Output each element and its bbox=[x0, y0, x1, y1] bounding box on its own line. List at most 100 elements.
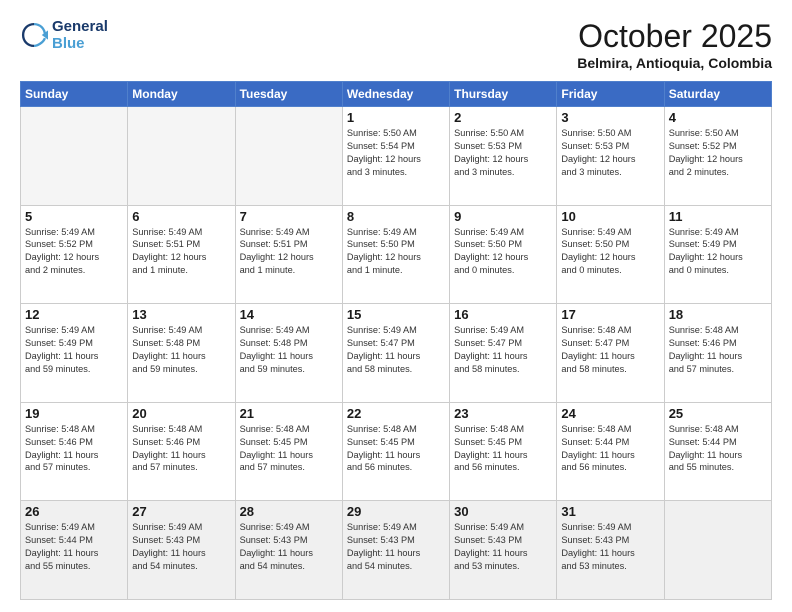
table-row: 7Sunrise: 5:49 AM Sunset: 5:51 PM Daylig… bbox=[235, 205, 342, 304]
table-row: 5 Sunrise: 5:49 AM Sunset: 5:52 PM Daylig… bbox=[21, 205, 128, 304]
table-row bbox=[235, 107, 342, 206]
logo: General Blue bbox=[20, 18, 108, 52]
day-number: 31 bbox=[561, 504, 659, 519]
table-row: 27 Sunrise: 5:49 AM Sunset: 5:43 PM Dayli… bbox=[128, 501, 235, 600]
header-wednesday: Wednesday bbox=[342, 82, 449, 107]
day-number: 15 bbox=[347, 307, 445, 322]
table-row: 18 Sunrise: 5:48 AM Sunset: 5:46 PM Dayli… bbox=[664, 304, 771, 403]
day-number: 5 bbox=[25, 209, 123, 224]
day-number: 8 bbox=[347, 209, 445, 224]
day-number: 10 bbox=[561, 209, 659, 224]
day-number: 30 bbox=[454, 504, 552, 519]
day-info: Sunrise: 5:48 AM Sunset: 5:44 PM Dayligh… bbox=[669, 423, 767, 475]
day-number: 28 bbox=[240, 504, 338, 519]
day-number: 29 bbox=[347, 504, 445, 519]
table-row: 2Sunrise: 5:50 AM Sunset: 5:53 PM Daylig… bbox=[450, 107, 557, 206]
header-thursday: Thursday bbox=[450, 82, 557, 107]
table-row: 26Sunrise: 5:49 AM Sunset: 5:44 PM Dayli… bbox=[21, 501, 128, 600]
week-row-4: 19Sunrise: 5:48 AM Sunset: 5:46 PM Dayli… bbox=[21, 402, 772, 501]
header-sunday: Sunday bbox=[21, 82, 128, 107]
table-row: 30 Sunrise: 5:49 AM Sunset: 5:43 PM Dayli… bbox=[450, 501, 557, 600]
day-number: 23 bbox=[454, 406, 552, 421]
month-title: October 2025 bbox=[577, 18, 772, 55]
day-number: 18 bbox=[669, 307, 767, 322]
day-info: Sunrise: 5:49 AM Sunset: 5:49 PM Dayligh… bbox=[25, 324, 123, 376]
day-number: 4 bbox=[669, 110, 767, 125]
day-number: 2 bbox=[454, 110, 552, 125]
day-number: 13 bbox=[132, 307, 230, 322]
table-row: 19Sunrise: 5:48 AM Sunset: 5:46 PM Dayli… bbox=[21, 402, 128, 501]
day-info: Sunrise: 5:49 AM Sunset: 5:43 PM Dayligh… bbox=[561, 521, 659, 573]
table-row: 15Sunrise: 5:49 AM Sunset: 5:47 PM Dayli… bbox=[342, 304, 449, 403]
title-block: October 2025 Belmira, Antioquia, Colombi… bbox=[577, 18, 772, 71]
day-info: Sunrise: 5:48 AM Sunset: 5:44 PM Dayligh… bbox=[561, 423, 659, 475]
day-number: 6 bbox=[132, 209, 230, 224]
table-row: 13 Sunrise: 5:49 AM Sunset: 5:48 PM Dayli… bbox=[128, 304, 235, 403]
day-number: 27 bbox=[132, 504, 230, 519]
day-info: Sunrise: 5:49 AM Sunset: 5:51 PM Dayligh… bbox=[240, 226, 338, 278]
table-row: 21Sunrise: 5:48 AM Sunset: 5:45 PM Dayli… bbox=[235, 402, 342, 501]
day-info: Sunrise: 5:49 AM Sunset: 5:48 PM Dayligh… bbox=[132, 324, 230, 376]
day-info: Sunrise: 5:48 AM Sunset: 5:45 PM Dayligh… bbox=[454, 423, 552, 475]
day-number: 1 bbox=[347, 110, 445, 125]
week-row-1: 1 Sunrise: 5:50 AM Sunset: 5:54 PM Daylig… bbox=[21, 107, 772, 206]
calendar-table: Sunday Monday Tuesday Wednesday Thursday… bbox=[20, 81, 772, 600]
table-row: 29 Sunrise: 5:49 AM Sunset: 5:43 PM Dayli… bbox=[342, 501, 449, 600]
day-info: Sunrise: 5:48 AM Sunset: 5:45 PM Dayligh… bbox=[347, 423, 445, 475]
table-row: 1 Sunrise: 5:50 AM Sunset: 5:54 PM Daylig… bbox=[342, 107, 449, 206]
table-row: 22 Sunrise: 5:48 AM Sunset: 5:45 PM Dayli… bbox=[342, 402, 449, 501]
day-info: Sunrise: 5:49 AM Sunset: 5:43 PM Dayligh… bbox=[347, 521, 445, 573]
header-monday: Monday bbox=[128, 82, 235, 107]
day-info: Sunrise: 5:49 AM Sunset: 5:49 PM Dayligh… bbox=[669, 226, 767, 278]
day-number: 25 bbox=[669, 406, 767, 421]
table-row: 10 Sunrise: 5:49 AM Sunset: 5:50 PM Dayli… bbox=[557, 205, 664, 304]
table-row: 14Sunrise: 5:49 AM Sunset: 5:48 PM Dayli… bbox=[235, 304, 342, 403]
day-info: Sunrise: 5:50 AM Sunset: 5:52 PM Dayligh… bbox=[669, 127, 767, 179]
day-number: 20 bbox=[132, 406, 230, 421]
table-row: 3 Sunrise: 5:50 AM Sunset: 5:53 PM Daylig… bbox=[557, 107, 664, 206]
week-row-3: 12Sunrise: 5:49 AM Sunset: 5:49 PM Dayli… bbox=[21, 304, 772, 403]
table-row bbox=[128, 107, 235, 206]
day-info: Sunrise: 5:49 AM Sunset: 5:47 PM Dayligh… bbox=[454, 324, 552, 376]
logo-text: General Blue bbox=[52, 18, 108, 52]
table-row: 23 Sunrise: 5:48 AM Sunset: 5:45 PM Dayli… bbox=[450, 402, 557, 501]
header-tuesday: Tuesday bbox=[235, 82, 342, 107]
day-info: Sunrise: 5:49 AM Sunset: 5:51 PM Dayligh… bbox=[132, 226, 230, 278]
day-info: Sunrise: 5:48 AM Sunset: 5:46 PM Dayligh… bbox=[25, 423, 123, 475]
table-row: 24 Sunrise: 5:48 AM Sunset: 5:44 PM Dayli… bbox=[557, 402, 664, 501]
header: General Blue October 2025 Belmira, Antio… bbox=[20, 18, 772, 71]
week-row-2: 5 Sunrise: 5:49 AM Sunset: 5:52 PM Daylig… bbox=[21, 205, 772, 304]
day-info: Sunrise: 5:49 AM Sunset: 5:43 PM Dayligh… bbox=[240, 521, 338, 573]
day-info: Sunrise: 5:48 AM Sunset: 5:46 PM Dayligh… bbox=[669, 324, 767, 376]
day-info: Sunrise: 5:49 AM Sunset: 5:52 PM Dayligh… bbox=[25, 226, 123, 278]
day-info: Sunrise: 5:50 AM Sunset: 5:53 PM Dayligh… bbox=[561, 127, 659, 179]
day-number: 14 bbox=[240, 307, 338, 322]
weekday-header-row: Sunday Monday Tuesday Wednesday Thursday… bbox=[21, 82, 772, 107]
day-number: 26 bbox=[25, 504, 123, 519]
day-number: 11 bbox=[669, 209, 767, 224]
day-info: Sunrise: 5:49 AM Sunset: 5:43 PM Dayligh… bbox=[454, 521, 552, 573]
header-friday: Friday bbox=[557, 82, 664, 107]
page: General Blue October 2025 Belmira, Antio… bbox=[0, 0, 792, 612]
table-row: 25 Sunrise: 5:48 AM Sunset: 5:44 PM Dayli… bbox=[664, 402, 771, 501]
day-info: Sunrise: 5:48 AM Sunset: 5:46 PM Dayligh… bbox=[132, 423, 230, 475]
day-info: Sunrise: 5:50 AM Sunset: 5:54 PM Dayligh… bbox=[347, 127, 445, 179]
table-row: 9Sunrise: 5:49 AM Sunset: 5:50 PM Daylig… bbox=[450, 205, 557, 304]
day-info: Sunrise: 5:49 AM Sunset: 5:50 PM Dayligh… bbox=[347, 226, 445, 278]
table-row: 11 Sunrise: 5:49 AM Sunset: 5:49 PM Dayli… bbox=[664, 205, 771, 304]
day-info: Sunrise: 5:49 AM Sunset: 5:50 PM Dayligh… bbox=[561, 226, 659, 278]
day-number: 24 bbox=[561, 406, 659, 421]
day-number: 3 bbox=[561, 110, 659, 125]
day-number: 17 bbox=[561, 307, 659, 322]
day-info: Sunrise: 5:49 AM Sunset: 5:43 PM Dayligh… bbox=[132, 521, 230, 573]
logo-icon bbox=[20, 21, 48, 49]
day-info: Sunrise: 5:48 AM Sunset: 5:45 PM Dayligh… bbox=[240, 423, 338, 475]
day-number: 16 bbox=[454, 307, 552, 322]
day-info: Sunrise: 5:49 AM Sunset: 5:50 PM Dayligh… bbox=[454, 226, 552, 278]
table-row bbox=[664, 501, 771, 600]
day-number: 22 bbox=[347, 406, 445, 421]
table-row bbox=[21, 107, 128, 206]
table-row: 17Sunrise: 5:48 AM Sunset: 5:47 PM Dayli… bbox=[557, 304, 664, 403]
table-row: 8 Sunrise: 5:49 AM Sunset: 5:50 PM Daylig… bbox=[342, 205, 449, 304]
week-row-5: 26Sunrise: 5:49 AM Sunset: 5:44 PM Dayli… bbox=[21, 501, 772, 600]
